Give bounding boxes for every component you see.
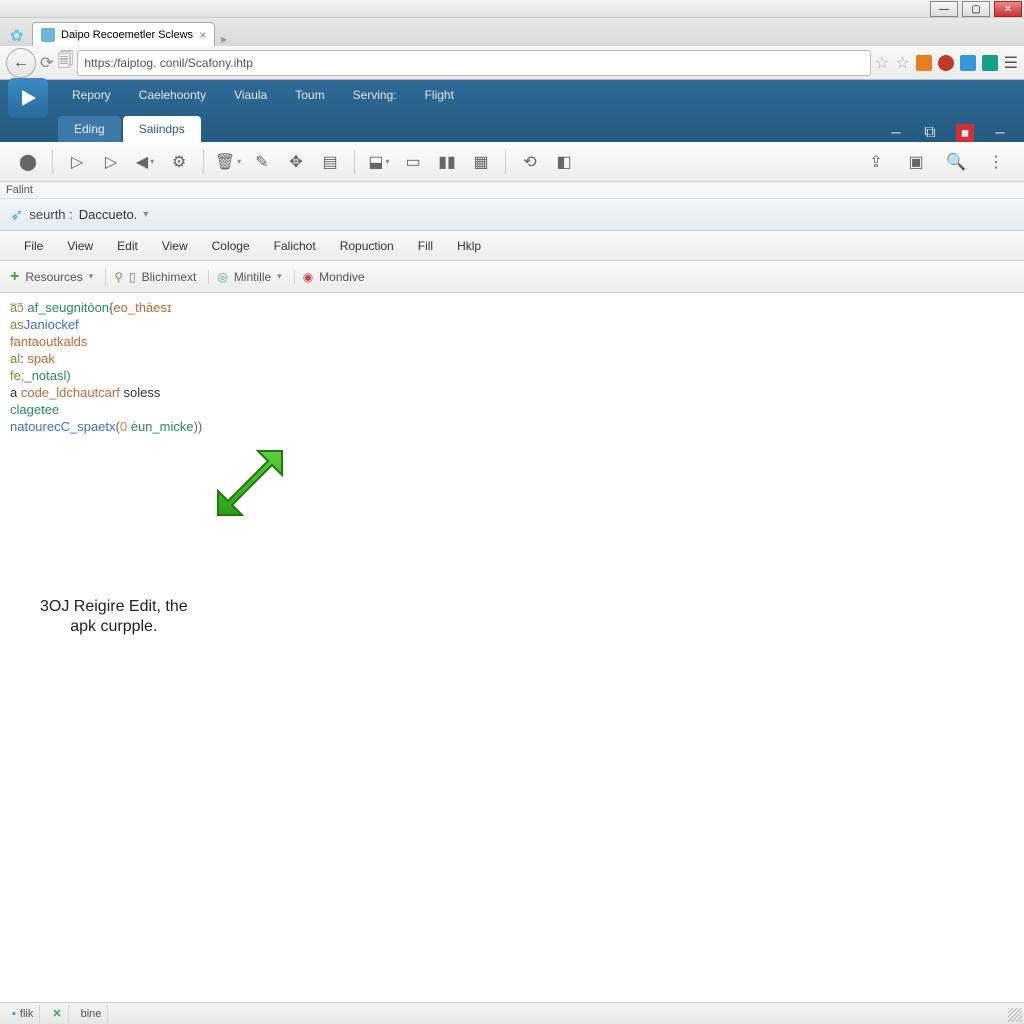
url-text: https:/faiptog. conil/Scafony.ihtp bbox=[84, 56, 253, 70]
green-x-icon: ✕ bbox=[52, 1007, 61, 1020]
tool-move-icon[interactable]: ✥ bbox=[280, 148, 312, 176]
mondive-label[interactable]: Mondive bbox=[319, 270, 364, 284]
tool-upload-icon[interactable]: ⇪ bbox=[860, 148, 892, 176]
ext-icon-1[interactable] bbox=[916, 55, 932, 71]
tool-download-icon[interactable]: ⬓ bbox=[363, 148, 395, 176]
add-resource-icon[interactable]: + bbox=[10, 268, 19, 286]
annotation-text: 3OJ Reigire Edit, the apk curpple. bbox=[40, 597, 188, 637]
tool-table-icon[interactable]: ▦ bbox=[465, 148, 497, 176]
status-close[interactable]: ✕ bbox=[46, 1005, 68, 1023]
em-view1[interactable]: View bbox=[55, 239, 105, 253]
hdr-window-icon[interactable]: ⧉ bbox=[922, 125, 938, 141]
record-icon[interactable]: ◉ bbox=[303, 270, 313, 284]
em-hklp[interactable]: Hklp bbox=[445, 239, 493, 253]
hdr-dash-icon[interactable]: – bbox=[992, 125, 1008, 141]
tool-trash-icon[interactable]: 🗑 bbox=[212, 148, 244, 176]
tool-chart-icon[interactable]: ▮▮ bbox=[431, 148, 463, 176]
tool-eraser-icon[interactable]: ◧ bbox=[548, 148, 580, 176]
nav-back-button[interactable]: ← bbox=[6, 48, 36, 78]
blichimext-label[interactable]: Blichimext bbox=[142, 270, 197, 284]
menu-toum[interactable]: Toum bbox=[281, 82, 338, 108]
em-ropuction[interactable]: Ropuction bbox=[328, 239, 406, 253]
book-icon[interactable]: ▯ bbox=[129, 270, 136, 284]
annotation-arrow-icon bbox=[210, 443, 358, 527]
app-tab-saiindps[interactable]: Saiindps bbox=[123, 116, 201, 142]
breadcrumb-label: seurth : bbox=[29, 207, 72, 222]
tool-gear-icon[interactable]: ⚙ bbox=[163, 148, 195, 176]
app-tab-eding[interactable]: Eding bbox=[58, 116, 121, 142]
person-icon[interactable]: ⚲ bbox=[114, 270, 123, 284]
em-cologe[interactable]: Cologe bbox=[200, 239, 262, 253]
reload-icon[interactable]: ⟳ bbox=[40, 53, 53, 73]
breadcrumb-value[interactable]: Daccueto. bbox=[79, 207, 138, 222]
tool-brush-icon[interactable]: ✎ bbox=[246, 148, 278, 176]
tab-favicon-icon bbox=[41, 28, 55, 42]
new-tab-button[interactable]: ▸ bbox=[221, 32, 227, 46]
em-edit[interactable]: Edit bbox=[105, 239, 150, 253]
tool-form-icon[interactable]: ▤ bbox=[314, 148, 346, 176]
app-logo-icon bbox=[8, 78, 48, 118]
tab-title: Daipo Recoemetler Sclews bbox=[61, 29, 193, 41]
tool-sound-icon[interactable]: ◀ bbox=[129, 148, 161, 176]
status-bine[interactable]: bine bbox=[75, 1005, 109, 1023]
resources-label[interactable]: Resources bbox=[25, 270, 82, 284]
tool-screen-icon[interactable]: ▭ bbox=[397, 148, 429, 176]
tab-close-icon[interactable]: × bbox=[199, 28, 206, 42]
status-flik[interactable]: ▪ flik bbox=[6, 1005, 40, 1023]
tool-refresh-icon[interactable]: ⟲ bbox=[514, 148, 546, 176]
hdr-minimize-icon[interactable]: – bbox=[888, 125, 904, 141]
tool-flag1-icon[interactable]: ▷ bbox=[61, 148, 93, 176]
menu-repory[interactable]: Repory bbox=[58, 82, 125, 108]
target-icon[interactable]: ◎ bbox=[217, 270, 227, 284]
window-close-button[interactable]: ✕ bbox=[994, 1, 1022, 17]
menu-serving[interactable]: Serving: bbox=[339, 82, 411, 108]
site-info-icon[interactable]: 🗐 bbox=[57, 49, 73, 76]
em-file[interactable]: File bbox=[12, 239, 55, 253]
menu-viaula[interactable]: Viaula bbox=[220, 82, 281, 108]
tool-image-icon[interactable]: ▣ bbox=[900, 148, 932, 176]
falint-label: Falint bbox=[0, 182, 1024, 199]
hdr-red-badge-icon[interactable]: ◼ bbox=[956, 124, 974, 142]
editor-menu: File View Edit View Cologe Falichot Ropu… bbox=[0, 231, 1024, 261]
ext-icon-2[interactable] bbox=[938, 55, 954, 71]
mintille-caret-icon[interactable]: ▾ bbox=[277, 271, 282, 282]
tool-home-button[interactable]: ⬤ bbox=[12, 148, 44, 176]
feather-icon: ➶ bbox=[10, 205, 23, 225]
tool-more-icon[interactable]: ⋮ bbox=[980, 148, 1012, 176]
em-view2[interactable]: View bbox=[150, 239, 200, 253]
mintille-label[interactable]: Mintille bbox=[234, 270, 271, 284]
breadcrumb-caret-icon[interactable]: ▾ bbox=[143, 209, 148, 220]
em-fill[interactable]: Fill bbox=[406, 239, 445, 253]
menu-flight[interactable]: Flight bbox=[411, 82, 468, 108]
ext-icon-3[interactable] bbox=[960, 55, 976, 71]
browser-app-icon: ✿ bbox=[10, 26, 28, 44]
window-minimize-button[interactable]: — bbox=[930, 1, 958, 17]
ext-icon-4[interactable] bbox=[982, 55, 998, 71]
tool-search-icon[interactable]: 🔍 bbox=[940, 148, 972, 176]
browser-tab[interactable]: Daipo Recoemetler Sclews × bbox=[32, 22, 215, 46]
em-falichot[interactable]: Falichot bbox=[262, 239, 328, 253]
resize-grip-icon[interactable] bbox=[1008, 1008, 1022, 1022]
menu-caelehoonty[interactable]: Caelehoonty bbox=[125, 82, 220, 108]
star-icon[interactable]: ☆ bbox=[895, 53, 909, 73]
url-input[interactable]: https:/faiptog. conil/Scafony.ihtp bbox=[77, 50, 871, 76]
breadcrumb: ➶ seurth : Daccueto. ▾ bbox=[0, 199, 1024, 231]
star-outline-icon[interactable]: ☆ bbox=[875, 53, 889, 73]
browser-menu-icon[interactable]: ☰ bbox=[1004, 53, 1018, 73]
window-maximize-button[interactable]: ▢ bbox=[962, 1, 990, 17]
code-editor[interactable]: a̅ɔ̃ af_seugnitòon{eo_thäesɪasJaniockeff… bbox=[0, 293, 1024, 993]
resources-caret-icon[interactable]: ▾ bbox=[89, 271, 94, 282]
tool-flag2-icon[interactable]: ▷ bbox=[95, 148, 127, 176]
